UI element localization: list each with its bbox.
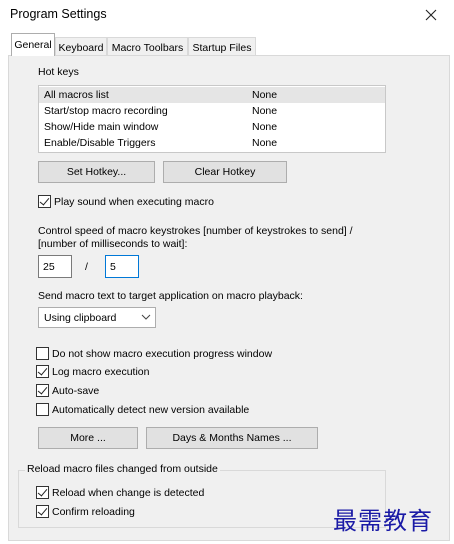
log-execution-checkbox[interactable]: Log macro execution — [36, 364, 149, 379]
hotkeys-list[interactable]: All macros list None Start/stop macro re… — [38, 85, 386, 153]
close-icon — [425, 9, 437, 21]
set-hotkey-button[interactable]: Set Hotkey... — [38, 161, 155, 183]
list-item[interactable]: Show/Hide main window None — [39, 119, 385, 135]
no-progress-window-checkbox[interactable]: Do not show macro execution progress win… — [36, 346, 272, 361]
checkbox-box — [36, 486, 49, 499]
tab-startup-files[interactable]: Startup Files — [188, 37, 256, 57]
auto-save-checkbox[interactable]: Auto-save — [36, 383, 99, 398]
checkbox-box — [36, 384, 49, 397]
reload-group-title: Reload macro files changed from outside — [25, 463, 220, 475]
close-button[interactable] — [408, 0, 454, 30]
checkbox-box — [36, 505, 49, 518]
tab-macro-toolbars[interactable]: Macro Toolbars — [107, 37, 188, 57]
tab-general[interactable]: General — [11, 33, 55, 56]
clear-hotkey-button[interactable]: Clear Hotkey — [163, 161, 287, 183]
send-method-select[interactable]: Using clipboard — [38, 307, 156, 328]
hotkeys-label: Hot keys — [38, 66, 79, 78]
send-text-label: Send macro text to target application on… — [38, 290, 303, 302]
milliseconds-input[interactable]: 5 — [105, 255, 139, 278]
watermark-logo: 最需教育 — [333, 507, 433, 535]
keystrokes-input[interactable]: 25 — [38, 255, 72, 278]
checkbox-box — [36, 365, 49, 378]
reload-on-change-checkbox[interactable]: Reload when change is detected — [36, 485, 204, 500]
chevron-down-icon — [141, 314, 151, 320]
checkbox-box — [36, 347, 49, 360]
confirm-reloading-checkbox[interactable]: Confirm reloading — [36, 504, 135, 519]
speed-separator: / — [85, 261, 88, 273]
play-sound-checkbox[interactable]: Play sound when executing macro — [38, 194, 214, 209]
checkbox-box — [38, 195, 51, 208]
speed-label-line1: Control speed of macro keystrokes [numbe… — [38, 225, 353, 237]
list-item[interactable]: Enable/Disable Triggers None — [39, 135, 385, 151]
tab-keyboard[interactable]: Keyboard — [55, 37, 107, 57]
detect-new-version-checkbox[interactable]: Automatically detect new version availab… — [36, 402, 249, 417]
days-months-names-button[interactable]: Days & Months Names ... — [146, 427, 318, 449]
more-button[interactable]: More ... — [38, 427, 138, 449]
window-title: Program Settings — [10, 7, 107, 21]
checkbox-box — [36, 403, 49, 416]
list-item[interactable]: All macros list None — [39, 87, 385, 103]
list-item[interactable]: Start/stop macro recording None — [39, 103, 385, 119]
title-bar: Program Settings — [0, 0, 454, 30]
speed-label-line2: [number of milliseconds to wait]: — [38, 238, 188, 250]
